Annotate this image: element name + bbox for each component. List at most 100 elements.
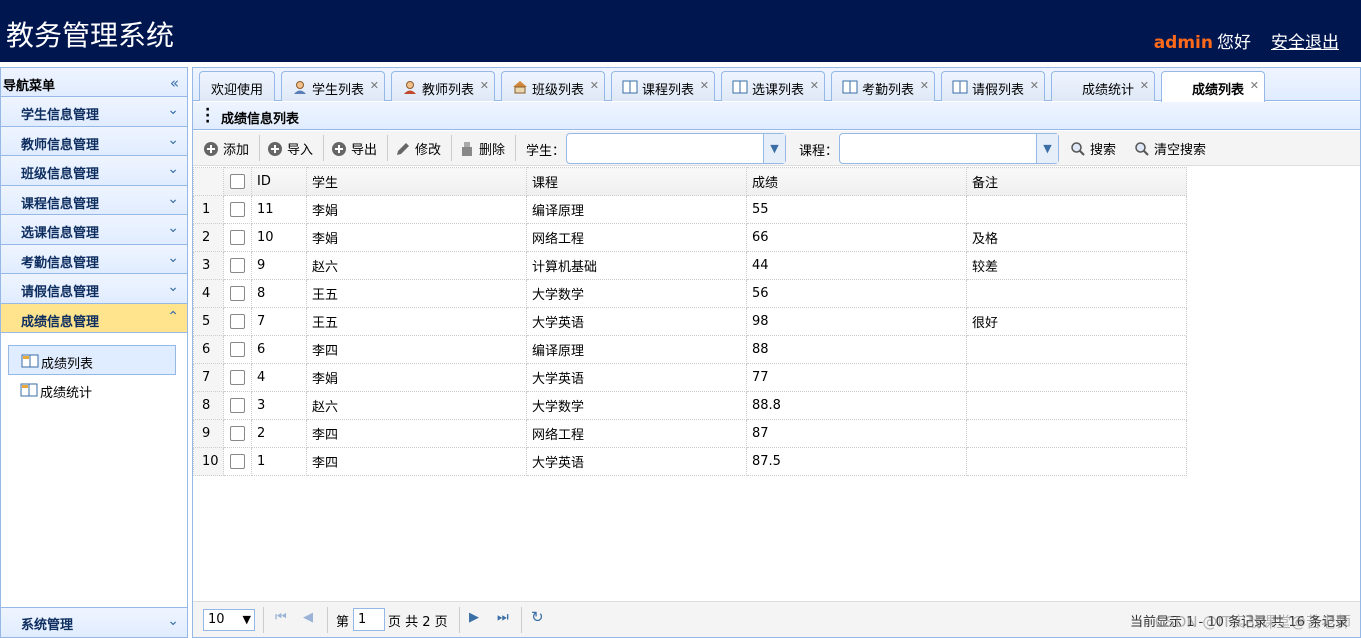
nav-section-class[interactable]: 班级信息管理 ⌄ xyxy=(1,156,187,186)
checkbox[interactable] xyxy=(230,454,245,469)
nav-section-selection[interactable]: 选课信息管理 ⌄ xyxy=(1,215,187,245)
column-header[interactable]: 学生 xyxy=(306,167,527,196)
chevron-down-icon[interactable]: ▼ xyxy=(1036,134,1058,163)
table-row[interactable]: 8 3 赵六 大学数学 88.8 xyxy=(193,391,1187,420)
checkbox[interactable] xyxy=(230,286,245,301)
close-icon[interactable]: ✕ xyxy=(590,79,599,92)
table-row[interactable]: 6 6 李四 编译原理 88 xyxy=(193,335,1187,364)
column-header[interactable]: 课程 xyxy=(526,167,747,196)
tab-class-list[interactable]: 班级列表 ✕ xyxy=(501,71,605,101)
logout-link[interactable]: 安全退出 xyxy=(1271,33,1339,53)
column-header[interactable]: 成绩 xyxy=(746,167,967,196)
nav-sub-item-score-list[interactable]: 成绩列表 xyxy=(8,345,176,375)
tab-score-list[interactable]: 成绩列表 ✕ xyxy=(1161,71,1265,102)
close-icon[interactable]: ✕ xyxy=(810,79,819,92)
row-checkbox[interactable] xyxy=(223,279,252,308)
tab-score-stats[interactable]: 成绩统计 ✕ xyxy=(1051,71,1155,101)
close-icon[interactable]: ✕ xyxy=(1250,79,1259,92)
table-row[interactable]: 7 4 李娟 大学英语 77 xyxy=(193,363,1187,392)
row-checkbox[interactable] xyxy=(223,195,252,224)
row-checkbox[interactable] xyxy=(223,391,252,420)
refresh-icon[interactable]: ↻ xyxy=(531,608,544,626)
nav-menu-title: 导航菜单 xyxy=(3,79,56,94)
chevron-down-icon[interactable]: ▼ xyxy=(763,134,785,163)
nav-menu-header: 导航菜单 « xyxy=(1,68,187,97)
pagination-bar: 10 ▼ ⏮ ◀ 第 1 页 共 2 页 ▶ ⏭ ↻ 当前显示 1 - 10 条记… xyxy=(193,601,1360,637)
user-area: admin 您好 安全退出 xyxy=(1154,28,1339,53)
row-checkbox[interactable] xyxy=(223,335,252,364)
checkbox[interactable] xyxy=(230,174,245,189)
table-row[interactable]: 2 10 李娟 网络工程 66 及格 xyxy=(193,223,1187,252)
row-checkbox[interactable] xyxy=(223,363,252,392)
data-grid: ID 学生 课程 成绩 备注 1 11 李娟 编译原理 55 2 10 李娟 网络工程 66 及格 3… xyxy=(193,167,1191,476)
nav-section-student[interactable]: 学生信息管理 ⌄ xyxy=(1,97,187,127)
column-header[interactable]: ID xyxy=(251,167,307,196)
checkbox[interactable] xyxy=(230,370,245,385)
course-combo[interactable]: ▼ xyxy=(839,133,1059,164)
close-icon[interactable]: ✕ xyxy=(1030,79,1039,92)
prev-page-icon[interactable]: ◀ xyxy=(303,610,313,625)
nav-section-teacher[interactable]: 教师信息管理 ⌄ xyxy=(1,126,187,156)
student-combo[interactable]: ▼ xyxy=(566,133,786,164)
tab-selection-list[interactable]: 选课列表 ✕ xyxy=(721,71,825,101)
column-header[interactable]: 备注 xyxy=(966,167,1187,196)
table-row[interactable]: 1 11 李娟 编译原理 55 xyxy=(193,195,1187,224)
tab-course-list[interactable]: 课程列表 ✕ xyxy=(611,71,715,101)
add-button[interactable]: 添加 xyxy=(203,139,249,159)
table-row[interactable]: 3 9 赵六 计算机基础 44 较差 xyxy=(193,251,1187,280)
nav-section-attendance[interactable]: 考勤信息管理 ⌄ xyxy=(1,244,187,274)
table-row[interactable]: 10 1 李四 大学英语 87.5 xyxy=(193,447,1187,476)
close-icon[interactable]: ✕ xyxy=(700,79,709,92)
book-icon xyxy=(842,80,858,94)
tab-attendance-list[interactable]: 考勤列表 ✕ xyxy=(831,71,935,101)
search-button[interactable]: 搜索 xyxy=(1070,139,1116,159)
checkbox[interactable] xyxy=(230,342,245,357)
table-row[interactable]: 4 8 王五 大学数学 56 xyxy=(193,279,1187,308)
tab-teacher-list[interactable]: 教师列表 ✕ xyxy=(391,71,495,101)
cell-note: 很好 xyxy=(966,307,1187,336)
cell-id: 8 xyxy=(251,279,307,308)
tab-leave-list[interactable]: 请假列表 ✕ xyxy=(941,71,1045,101)
first-page-icon[interactable]: ⏮ xyxy=(275,610,287,625)
export-button[interactable]: 导出 xyxy=(331,139,377,159)
select-all-checkbox[interactable] xyxy=(223,167,252,196)
checkbox[interactable] xyxy=(230,258,245,273)
nav-section-system[interactable]: 系统管理 ⌄ xyxy=(1,607,187,637)
course-input[interactable] xyxy=(844,134,1034,162)
row-checkbox[interactable] xyxy=(223,223,252,252)
next-page-icon[interactable]: ▶ xyxy=(469,610,479,625)
checkbox[interactable] xyxy=(230,202,245,217)
row-checkbox[interactable] xyxy=(223,307,252,336)
clear-search-button[interactable]: 清空搜索 xyxy=(1134,139,1206,159)
tab-welcome[interactable]: 欢迎使用 xyxy=(199,71,275,101)
close-icon[interactable]: ✕ xyxy=(480,79,489,92)
table-row[interactable]: 9 2 李四 网络工程 87 xyxy=(193,419,1187,448)
pencil-icon xyxy=(397,143,409,155)
delete-button[interactable]: 删除 xyxy=(459,139,505,159)
nav-section-score[interactable]: 成绩信息管理 ⌃ xyxy=(1,303,187,333)
page-size-select[interactable]: 10 ▼ xyxy=(203,609,255,631)
nav-section-leave[interactable]: 请假信息管理 ⌄ xyxy=(1,274,187,304)
tab-student-list[interactable]: 学生列表 ✕ xyxy=(281,71,385,101)
collapse-left-icon[interactable]: « xyxy=(170,74,179,92)
page-number-input[interactable]: 1 xyxy=(353,608,385,631)
nav-section-course[interactable]: 课程信息管理 ⌄ xyxy=(1,185,187,215)
nav-sub-item-score-stats[interactable]: 成绩统计 xyxy=(8,375,176,405)
edit-button[interactable]: 修改 xyxy=(395,139,441,159)
tab-label: 选课列表 xyxy=(752,83,805,98)
checkbox[interactable] xyxy=(230,230,245,245)
close-icon[interactable]: ✕ xyxy=(920,79,929,92)
checkbox[interactable] xyxy=(230,314,245,329)
close-icon[interactable]: ✕ xyxy=(370,79,379,92)
student-input[interactable] xyxy=(571,134,761,162)
table-row[interactable]: 5 7 王五 大学英语 98 很好 xyxy=(193,307,1187,336)
checkbox[interactable] xyxy=(230,426,245,441)
tab-label: 成绩列表 xyxy=(1192,83,1245,98)
row-checkbox[interactable] xyxy=(223,447,252,476)
last-page-icon[interactable]: ⏭ xyxy=(497,610,509,625)
row-checkbox[interactable] xyxy=(223,419,252,448)
row-checkbox[interactable] xyxy=(223,251,252,280)
checkbox[interactable] xyxy=(230,398,245,413)
close-icon[interactable]: ✕ xyxy=(1140,79,1149,92)
import-button[interactable]: 导入 xyxy=(267,139,313,159)
